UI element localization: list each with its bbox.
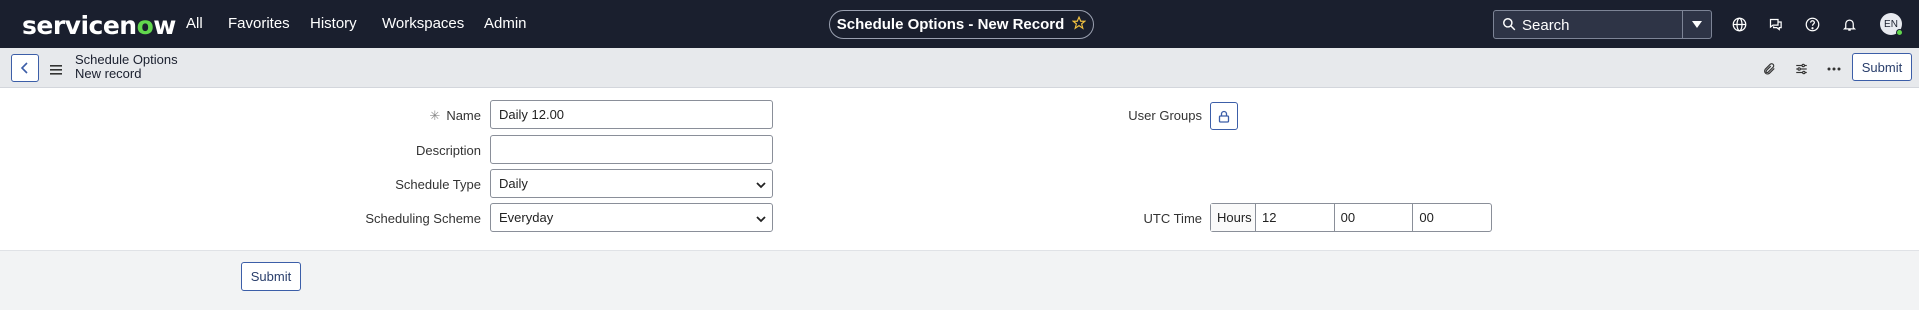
description-label: Description <box>415 143 481 158</box>
description-input[interactable] <box>490 135 773 164</box>
nav-admin[interactable]: Admin <box>484 15 527 32</box>
utc-time-field: Hours 12 00 00 <box>1210 203 1492 232</box>
chevron-down-icon <box>756 212 766 227</box>
scheduling-scheme-value: Everyday <box>499 210 554 225</box>
user-groups-unlock-button[interactable] <box>1210 102 1238 130</box>
user-groups-label: User Groups <box>1128 108 1202 123</box>
schedule-type-select[interactable]: Daily <box>490 169 773 198</box>
form-area: ✳ Name Daily 12.00 Description Schedule T… <box>0 88 1919 251</box>
page-title: Schedule Options - New Record <box>836 16 1065 33</box>
search-icon <box>1502 17 1516 36</box>
lock-icon <box>1218 110 1230 123</box>
nav-all[interactable]: All <box>186 15 203 32</box>
help-icon[interactable] <box>1803 15 1821 33</box>
chevron-down-icon <box>756 178 766 193</box>
user-avatar[interactable]: EN <box>1880 13 1903 36</box>
utc-time-unit: Hours <box>1211 204 1256 231</box>
presence-indicator <box>1896 29 1903 36</box>
submit-button-footer[interactable]: Submit <box>241 262 301 291</box>
submit-button-header[interactable]: Submit <box>1852 53 1912 81</box>
table-name: Schedule Options <box>75 52 178 67</box>
utc-time-minutes-input[interactable]: 00 <box>1335 204 1414 231</box>
utc-time-seconds-input[interactable]: 00 <box>1413 204 1491 231</box>
page-title-pill[interactable]: Schedule Options - New Record <box>829 10 1094 39</box>
back-button[interactable] <box>11 54 39 82</box>
record-header: Schedule Options New record Submit <box>0 48 1919 88</box>
search-label: Search <box>1522 17 1570 34</box>
nav-workspaces[interactable]: Workspaces <box>382 15 464 32</box>
search-scope-dropdown[interactable] <box>1682 11 1711 38</box>
chat-icon[interactable] <box>1766 15 1784 33</box>
scheduling-scheme-label: Scheduling Scheme <box>365 211 481 226</box>
personalize-form-icon[interactable] <box>1792 60 1810 78</box>
nav-history[interactable]: History <box>310 15 357 32</box>
global-search[interactable]: Search <box>1493 10 1712 39</box>
utc-time-label: UTC Time <box>1143 211 1203 226</box>
required-asterisk-icon: ✳ <box>429 108 441 123</box>
hamburger-menu-icon[interactable] <box>50 62 62 80</box>
record-title: Schedule Options New record <box>75 53 178 81</box>
name-input[interactable]: Daily 12.00 <box>490 100 773 129</box>
nav-favorites[interactable]: Favorites <box>228 15 290 32</box>
bell-icon[interactable] <box>1840 15 1858 33</box>
star-icon[interactable] <box>1071 15 1087 34</box>
servicenow-logo[interactable]: servicenow <box>22 11 176 40</box>
record-state: New record <box>75 66 142 81</box>
globe-icon[interactable] <box>1730 15 1748 33</box>
name-label: ✳ Name <box>429 108 481 123</box>
schedule-type-value: Daily <box>499 176 528 191</box>
scheduling-scheme-select[interactable]: Everyday <box>490 203 773 232</box>
utc-time-hours-input[interactable]: 12 <box>1256 204 1335 231</box>
chevron-left-icon <box>20 62 28 74</box>
top-navigation: servicenow All Favorites History Workspa… <box>0 0 1919 48</box>
schedule-type-label: Schedule Type <box>395 177 481 192</box>
more-options-icon[interactable] <box>1825 60 1843 78</box>
attachment-icon[interactable] <box>1760 60 1778 78</box>
avatar-initials: EN <box>1884 18 1898 30</box>
